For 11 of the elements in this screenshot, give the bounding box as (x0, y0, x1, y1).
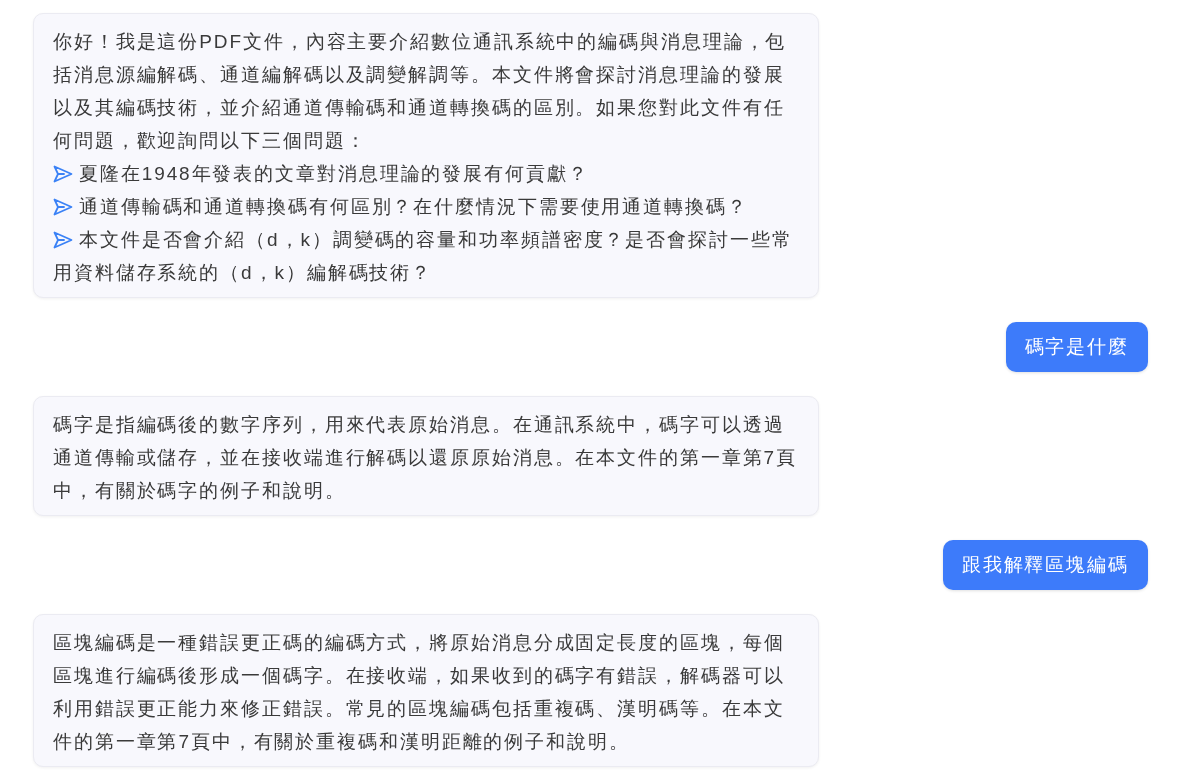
user-message: 跟我解釋區塊編碼 (942, 540, 1148, 590)
message-text: 碼字是指編碼後的數字序列，用來代表原始消息。在通訊系統中，碼字可以透過通道傳輸或儲存，並在接收端進行解碼以還原原始消息。在本文件的第一章第7頁中，有關於碼字的例子和說明。 (53, 413, 798, 503)
paper-plane-icon (53, 165, 73, 183)
suggested-question[interactable]: 夏隆在1948年發表的文章對消息理論的發展有何貢獻？ (53, 157, 798, 190)
user-message: 碼字是什麼 (1005, 322, 1148, 372)
paper-plane-icon (53, 231, 73, 249)
suggested-question[interactable]: 本文件是否會介紹（d，k）調變碼的容量和功率頻譜密度？是否會探討一些常用資料儲存系統的（d，k）編解碼技術？ (53, 223, 798, 289)
message-text: 你好！我是這份PDF文件，內容主要介紹數位通訊系統中的編碼與消息理論，包括消息源編解碼、通道編解碼以及調變解調等。本文件將會探討消息理論的發展以及其編碼技術，並介紹通道傳輸碼和通道轉換碼的區別。如果您對此文件有任何問題，歡迎詢問以下三個問題： (53, 30, 788, 153)
message-text: 區塊編碼是一種錯誤更正碼的編碼方式，將原始消息分成固定長度的區塊，每個區塊進行編碼後形成一個碼字。在接收端，如果收到的碼字有錯誤，解碼器可以利用錯誤更正能力來修正錯誤。常見的區塊編碼包括重複碼、漢明碼等。在本文件的第一章第7頁中，有關於重複碼和漢明距離的例子和說明。 (53, 631, 786, 754)
suggested-question[interactable]: 通道傳輸碼和通道轉換碼有何區別？在什麼情況下需要使用通道轉換碼？ (53, 190, 798, 223)
paper-plane-icon (53, 198, 73, 216)
